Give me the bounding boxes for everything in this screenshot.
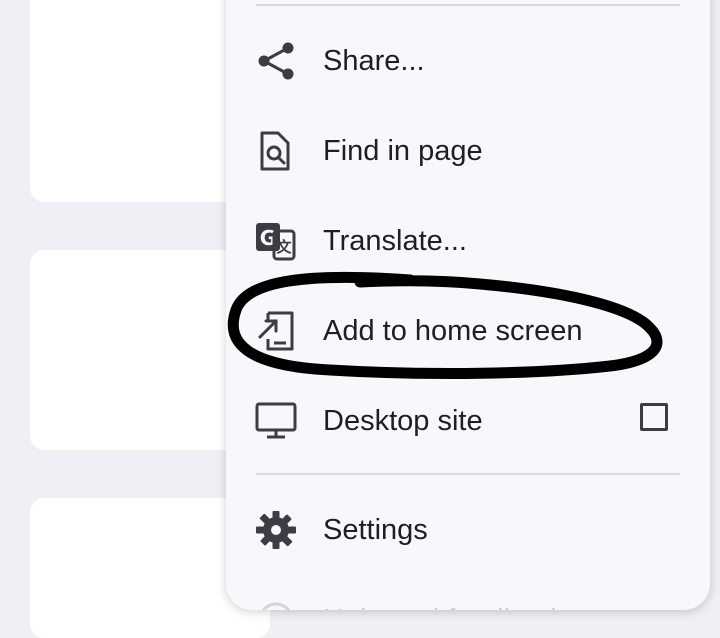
menu-item-label: Find in page — [323, 135, 483, 167]
menu-item-translate[interactable]: G 文 Translate... — [226, 209, 710, 273]
menu-item-label: Settings — [323, 514, 428, 546]
menu-item-label: Share... — [323, 45, 425, 77]
menu-item-label: Add to home screen — [323, 315, 583, 347]
help-icon — [254, 600, 298, 610]
menu-divider — [256, 4, 680, 6]
find-in-page-icon — [254, 131, 298, 171]
desktop-site-checkbox[interactable] — [640, 403, 668, 431]
menu-item-add-to-home-screen[interactable]: Add to home screen — [226, 299, 710, 363]
menu-item-label: Help and feedback — [323, 602, 565, 610]
menu-item-share[interactable]: Share... — [226, 29, 710, 93]
share-icon — [254, 41, 298, 81]
menu-item-label: Translate... — [323, 225, 467, 257]
svg-text:文: 文 — [276, 238, 292, 256]
menu-item-desktop-site[interactable]: Desktop site — [226, 389, 710, 453]
translate-icon: G 文 — [254, 221, 298, 261]
gear-icon — [254, 510, 298, 550]
menu-item-label: Desktop site — [323, 405, 483, 437]
overflow-menu: Share... Find in page G 文 Translate... A… — [226, 0, 710, 610]
menu-divider — [256, 473, 680, 475]
desktop-icon — [254, 401, 298, 441]
menu-item-settings[interactable]: Settings — [226, 498, 710, 562]
menu-item-find-in-page[interactable]: Find in page — [226, 119, 710, 183]
add-to-home-screen-icon — [254, 311, 298, 351]
menu-item-help-and-feedback[interactable]: Help and feedback — [226, 588, 710, 610]
